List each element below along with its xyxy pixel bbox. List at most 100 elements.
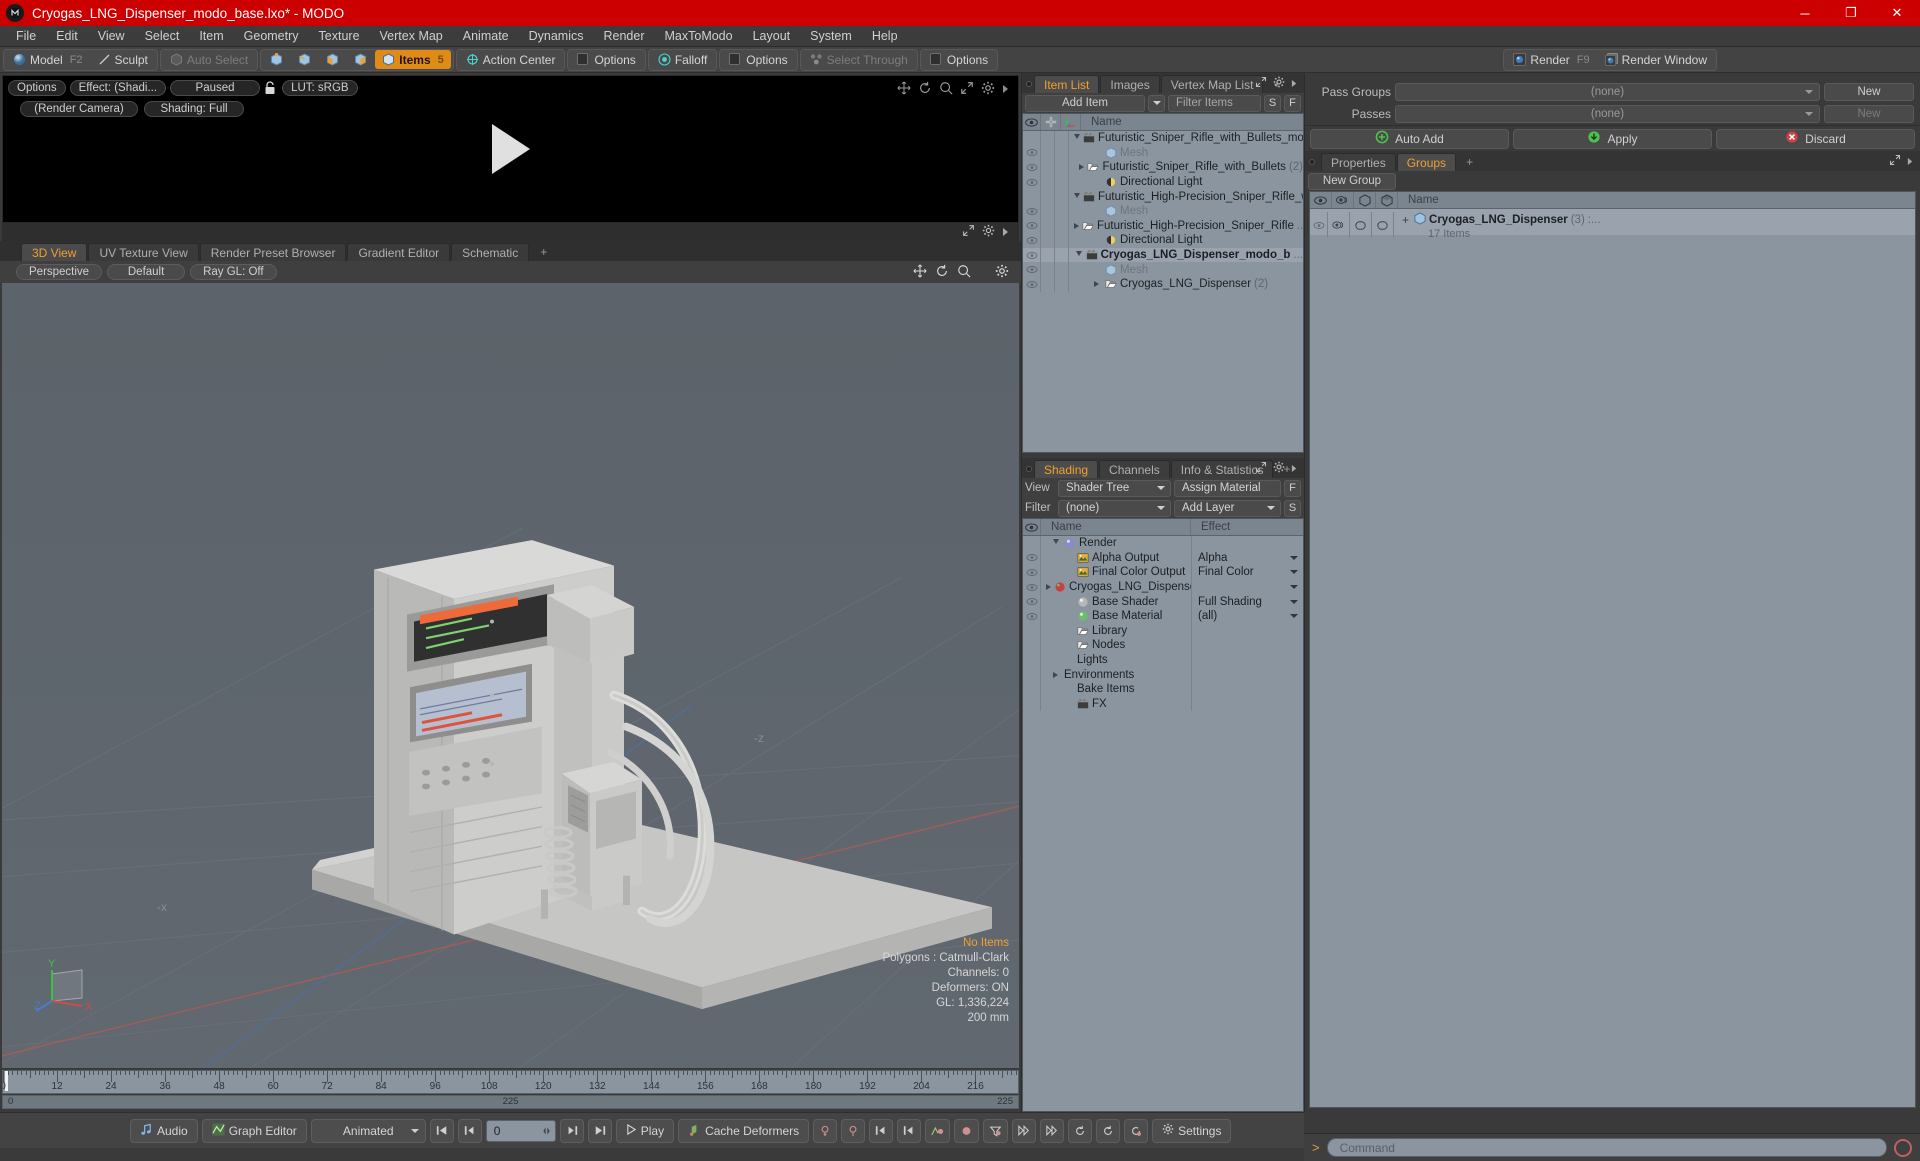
row-transform-cell[interactable]	[1055, 145, 1069, 161]
loop-button[interactable]	[1068, 1118, 1093, 1143]
graph-editor-button[interactable]: Graph Editor	[201, 1118, 307, 1143]
render-button[interactable]: Render F9	[1506, 50, 1596, 69]
animation-mode-dropdown[interactable]: Animated	[310, 1118, 426, 1143]
tree-row[interactable]: Base Material (all)	[1023, 608, 1303, 624]
zoom-icon[interactable]	[939, 81, 953, 98]
pan-icon[interactable]	[913, 264, 927, 281]
render-window-button[interactable]: Render Window	[1598, 50, 1714, 69]
row-expand-toggle[interactable]	[1074, 134, 1080, 142]
range-start-button[interactable]	[1012, 1118, 1037, 1143]
tree-row[interactable]: Alpha Output Alpha	[1023, 550, 1303, 566]
chevron-down-icon[interactable]	[1290, 596, 1298, 608]
select-through-options-button[interactable]: Options	[923, 50, 995, 69]
passes-new-button[interactable]: New	[1824, 105, 1914, 123]
menu-item-geometry[interactable]: Geometry	[234, 27, 309, 45]
row-visibility-toggle[interactable]	[1023, 565, 1041, 580]
timeline[interactable]: 0 12 24 36 48 60 72 84 96 108 120 132 144 156 168 180 19…	[0, 1068, 1021, 1112]
go-to-start-button[interactable]	[429, 1118, 454, 1143]
row-transform-cell[interactable]	[1055, 276, 1069, 292]
row-visibility-toggle[interactable]	[1023, 594, 1041, 609]
gear-icon[interactable]	[995, 264, 1009, 281]
tree-row[interactable]: Futuristic_Sniper_Rifle_with_Bullets (2)	[1023, 160, 1303, 175]
menu-item-layout[interactable]: Layout	[743, 27, 801, 45]
key-create-button[interactable]	[813, 1118, 838, 1143]
key-filter-button[interactable]	[983, 1118, 1009, 1143]
row-effect-cell[interactable]	[1191, 667, 1303, 682]
row-visibility-toggle[interactable]	[1023, 536, 1041, 551]
filter-f-button[interactable]: F	[1284, 94, 1301, 112]
chevron-down-icon[interactable]	[1290, 581, 1298, 593]
tree-row[interactable]: Render	[1023, 536, 1303, 551]
gear-icon[interactable]	[1273, 76, 1285, 91]
row-visibility-toggle[interactable]	[1023, 638, 1041, 653]
groups-table[interactable]: Name + Cryogas_LNG_Dispenser (3):... 17…	[1309, 191, 1916, 1108]
group-shaded-toggle[interactable]	[1372, 212, 1394, 238]
tree-row[interactable]: Futuristic_High-Precision_Sniper_Rifle .…	[1023, 218, 1303, 234]
range-end-button[interactable]	[1040, 1118, 1065, 1143]
viewport-tab-uv-texture-view[interactable]: UV Texture View	[88, 243, 199, 261]
chevron-down-icon[interactable]	[1290, 552, 1298, 564]
row-expand-toggle[interactable]	[1050, 539, 1061, 547]
tree-row[interactable]: Futuristic_High-Precision_Sniper_Rifle_w…	[1023, 189, 1303, 204]
next-key-button[interactable]	[559, 1118, 584, 1143]
row-visibility-toggle[interactable]	[1023, 247, 1041, 263]
maximize-pane-icon[interactable]	[1255, 76, 1267, 91]
row-effect-cell[interactable]	[1191, 681, 1303, 697]
play-button[interactable]: Play	[615, 1118, 675, 1143]
row-lock-cell[interactable]	[1041, 160, 1055, 175]
viewport-tab-add-button[interactable]: +	[530, 243, 557, 261]
tree-row[interactable]: Base Shader Full Shading	[1023, 594, 1303, 609]
row-effect-cell[interactable]: (all)	[1191, 608, 1303, 624]
falloff-button[interactable]: Falloff	[651, 50, 714, 69]
panel-menu-arrow-icon[interactable]	[1002, 82, 1010, 97]
menu-item-view[interactable]: View	[88, 27, 135, 45]
viewport-tab-render-preset-browser[interactable]: Render Preset Browser	[199, 243, 347, 261]
menu-item-render[interactable]: Render	[594, 27, 655, 45]
tree-row[interactable]: Final Color Output Final Color	[1023, 565, 1303, 580]
tab-vertex-map-list[interactable]: Vertex Map List	[1160, 75, 1264, 93]
discard-button[interactable]: Discard	[1716, 128, 1915, 149]
tab-shading[interactable]: Shading	[1034, 460, 1099, 478]
row-effect-cell[interactable]	[1191, 696, 1303, 712]
items-mode-button[interactable]: Items 5	[375, 50, 451, 69]
viewport-tab-schematic[interactable]: Schematic	[451, 243, 530, 261]
tree-row[interactable]: Bake Items	[1023, 681, 1303, 697]
row-visibility-toggle[interactable]	[1023, 262, 1041, 277]
row-visibility-toggle[interactable]	[1023, 667, 1041, 682]
row-visibility-toggle[interactable]	[1023, 550, 1041, 566]
menu-item-item[interactable]: Item	[189, 27, 233, 45]
menu-item-vertex-map[interactable]: Vertex Map	[370, 27, 453, 45]
tree-row[interactable]: Lights	[1023, 652, 1303, 668]
row-transform-cell[interactable]	[1055, 262, 1069, 277]
passes-dropdown[interactable]: (none)	[1395, 105, 1820, 123]
materials-mode-button[interactable]	[347, 50, 374, 69]
group-expand-toggle[interactable]: +	[1402, 213, 1409, 227]
tree-row[interactable]: Mesh	[1023, 262, 1303, 277]
row-visibility-toggle[interactable]	[1023, 652, 1041, 668]
assign-material-button[interactable]: Assign Material	[1174, 479, 1281, 497]
tree-row[interactable]: Cryogas_LNG_Dispenser ( ...	[1023, 579, 1303, 595]
group-wireframe-toggle[interactable]	[1350, 212, 1372, 238]
row-transform-cell[interactable]	[1055, 218, 1069, 234]
3d-viewport[interactable]: -z -x Y X Z No Items Polygons : Catmull-…	[2, 283, 1019, 1068]
group-row[interactable]: + Cryogas_LNG_Dispenser (3) :... 17 Item…	[1310, 209, 1915, 240]
row-visibility-toggle[interactable]	[1023, 696, 1041, 712]
tree-row[interactable]: Mesh	[1023, 145, 1303, 161]
row-transform-cell[interactable]	[1055, 203, 1069, 219]
menu-item-select[interactable]: Select	[135, 27, 190, 45]
row-lock-cell[interactable]	[1041, 203, 1055, 219]
minimize-button[interactable]: ─	[1782, 0, 1828, 26]
timeline-ruler[interactable]: 0 12 24 36 48 60 72 84 96 108 120 132 144 156 168 180 19…	[2, 1070, 1019, 1094]
record-macro-button[interactable]	[1894, 1138, 1912, 1157]
row-lock-cell[interactable]	[1041, 233, 1055, 248]
group-render-toggle[interactable]	[1328, 212, 1350, 238]
menu-item-help[interactable]: Help	[862, 27, 908, 45]
chevron-down-icon[interactable]	[1290, 566, 1298, 578]
sculpt-mode-button[interactable]: Sculpt	[91, 50, 155, 69]
viewport-style-button[interactable]: Default	[107, 264, 186, 280]
row-lock-cell[interactable]	[1041, 145, 1055, 161]
tree-row[interactable]: Library	[1023, 623, 1303, 639]
row-visibility-toggle[interactable]	[1023, 145, 1041, 161]
tab-properties[interactable]: Properties	[1321, 153, 1396, 171]
maximize-pane-icon[interactable]	[960, 81, 974, 98]
